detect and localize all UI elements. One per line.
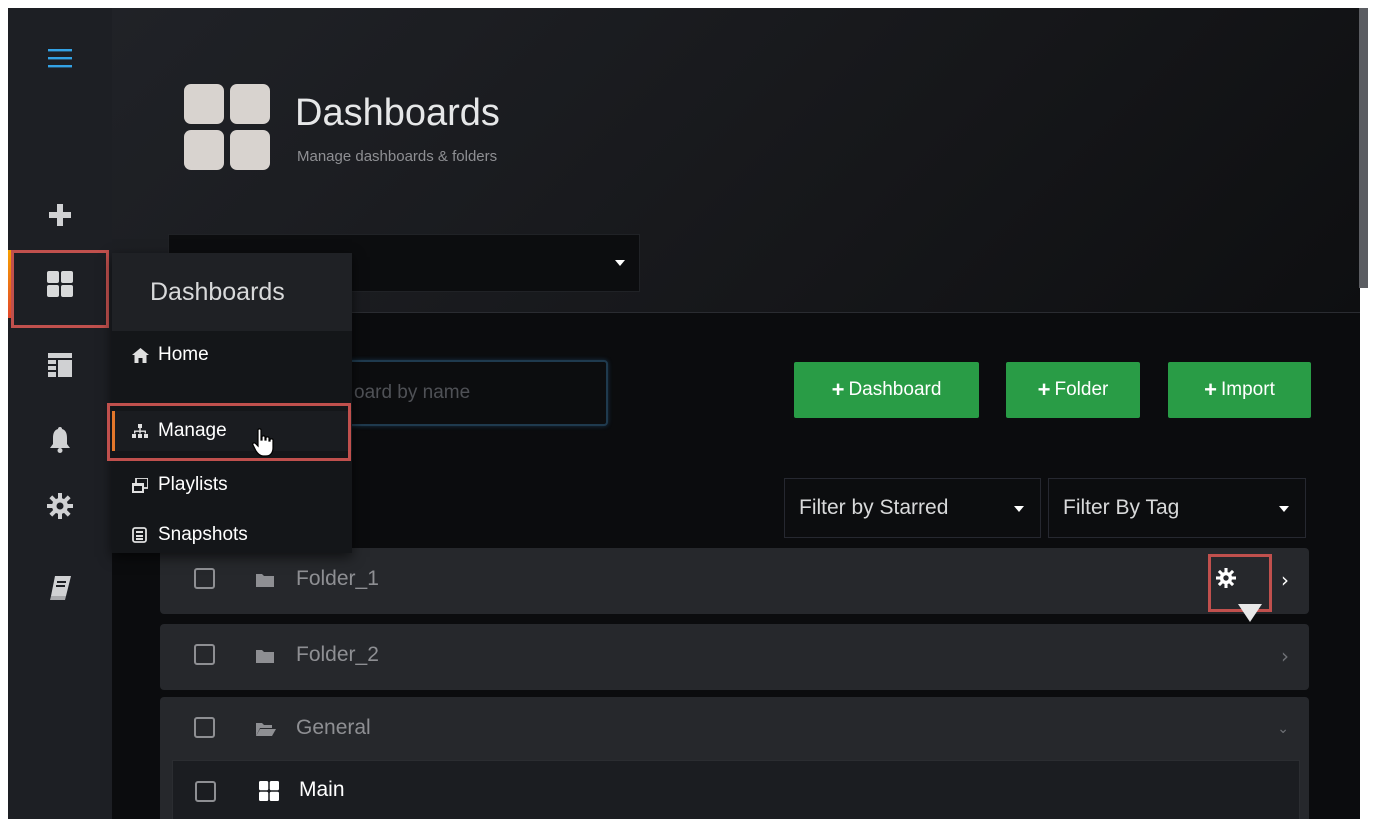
dashboard-name: Main (299, 778, 345, 801)
folder-checkbox[interactable] (194, 644, 215, 665)
folder-checkbox[interactable] (194, 568, 215, 589)
folder-checkbox[interactable] (194, 717, 215, 738)
dashboards-flyout-menu: Dashboards Home Manage Playlists Snapsho… (112, 253, 352, 553)
add-dashboard-label: Dashboard (848, 379, 942, 400)
sitemap-icon (132, 423, 158, 439)
menu-item-label: Home (158, 344, 209, 365)
grafana-app: Dashboards Manage dashboards & folders o… (8, 8, 1360, 819)
add-dashboard-button[interactable]: + Dashboard (794, 362, 979, 418)
dashboard-checkbox[interactable] (195, 781, 216, 802)
folder-row[interactable]: Folder_2 › (160, 624, 1309, 690)
chevron-down-icon (1279, 506, 1289, 512)
plus-icon: + (831, 377, 845, 402)
flyout-menu-title: Dashboards (112, 253, 352, 331)
folder-settings-gear-icon[interactable] (1216, 568, 1236, 592)
import-label: Import (1221, 379, 1275, 400)
plus-icon[interactable] (8, 185, 112, 245)
active-indicator (112, 411, 115, 451)
hamburger-icon[interactable] (8, 28, 112, 88)
menu-item-home[interactable]: Home (112, 335, 352, 375)
folder-name: Folder_1 (296, 567, 379, 590)
menu-item-label: Manage (158, 420, 227, 441)
snapshot-icon (132, 527, 158, 543)
menu-item-snapshots[interactable]: Snapshots (112, 515, 352, 555)
chevron-right-icon[interactable]: › (1281, 644, 1289, 668)
chevron-down-icon (615, 260, 625, 266)
add-folder-button[interactable]: + Folder (1006, 362, 1140, 418)
plus-icon: + (1037, 377, 1051, 402)
filter-starred-label: Filter by Starred (799, 496, 949, 519)
chevron-down-icon[interactable]: ⌄ (1277, 721, 1289, 737)
dashboard-row[interactable]: Main (172, 760, 1300, 819)
menu-item-playlists[interactable]: Playlists (112, 465, 352, 505)
dashboards-grid-icon[interactable] (8, 254, 112, 314)
home-icon (132, 347, 158, 363)
sidebar (8, 8, 112, 819)
folder-icon (256, 572, 274, 591)
layout-icon[interactable] (8, 335, 112, 395)
gear-icon[interactable] (8, 476, 112, 536)
book-icon[interactable] (8, 558, 112, 618)
search-placeholder: oard by name (354, 382, 471, 403)
filter-tag-select[interactable]: Filter By Tag (1048, 478, 1306, 538)
dashboards-header-icon (184, 84, 270, 174)
menu-item-label: Snapshots (158, 524, 248, 545)
chevron-right-icon[interactable]: › (1281, 568, 1289, 592)
filter-tag-label: Filter By Tag (1063, 496, 1180, 519)
filter-starred-select[interactable]: Filter by Starred (784, 478, 1041, 538)
bell-icon[interactable] (8, 410, 112, 470)
search-input[interactable]: oard by name (308, 360, 608, 426)
page-title: Dashboards (295, 92, 500, 134)
page-subtitle: Manage dashboards & folders (297, 148, 498, 165)
pointer-hand-icon (252, 428, 276, 462)
folder-icon (256, 648, 274, 667)
plus-icon: + (1204, 377, 1217, 402)
scrollbar-thumb[interactable] (1359, 8, 1368, 288)
dashboard-grid-icon (259, 781, 279, 805)
folder-row[interactable]: Folder_1 › (160, 548, 1309, 614)
folder-name: Folder_2 (296, 643, 379, 666)
folder-name: General (296, 716, 371, 739)
folder-open-icon (256, 721, 276, 740)
menu-item-label: Playlists (158, 474, 228, 495)
add-folder-label: Folder (1054, 379, 1109, 400)
import-button[interactable]: + Import (1168, 362, 1311, 418)
chevron-down-icon (1014, 506, 1024, 512)
playlist-icon (132, 477, 158, 493)
menu-item-manage[interactable]: Manage (112, 411, 352, 451)
